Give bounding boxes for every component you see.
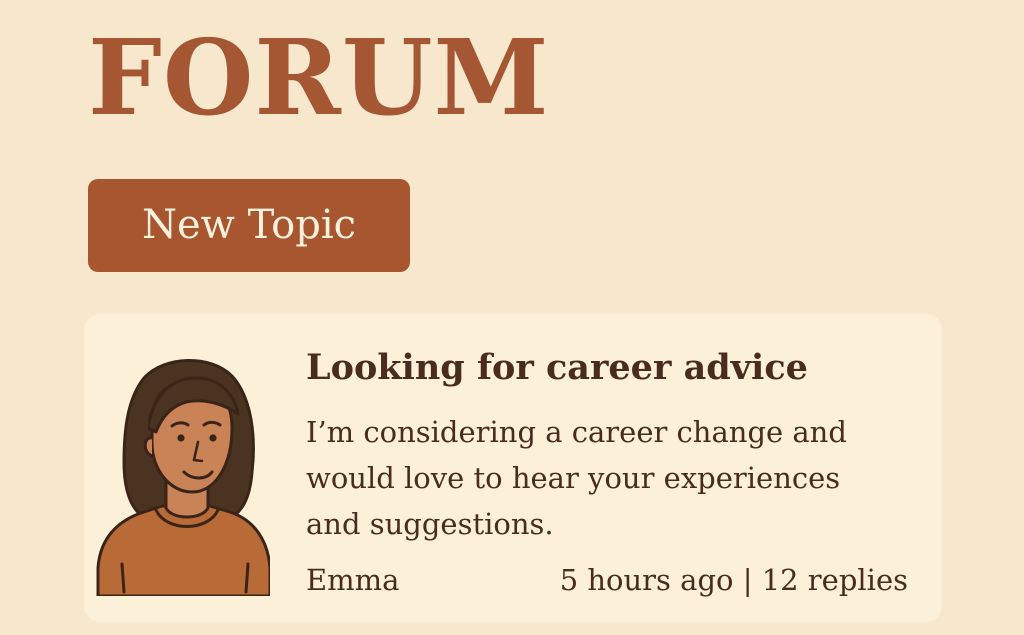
page-title: FORUM bbox=[88, 16, 550, 139]
forum-page: FORUM New Topic Looking for career advic… bbox=[0, 0, 1024, 635]
topic-excerpt: I’m considering a career change and woul… bbox=[306, 415, 847, 541]
topic-meta: 5 hours ago | 12 replies bbox=[560, 558, 908, 602]
new-topic-button[interactable]: New Topic bbox=[88, 179, 410, 272]
author-name[interactable]: Emma bbox=[306, 558, 399, 602]
post-time: 5 hours ago bbox=[559, 563, 734, 597]
meta-separator: | bbox=[742, 563, 753, 597]
topic-title[interactable]: Looking for career advice bbox=[306, 344, 808, 392]
topic-card[interactable]: Looking for career advice I’m considerin… bbox=[84, 314, 942, 622]
woman-avatar-icon bbox=[96, 359, 270, 596]
reply-count: 12 replies bbox=[761, 563, 908, 597]
